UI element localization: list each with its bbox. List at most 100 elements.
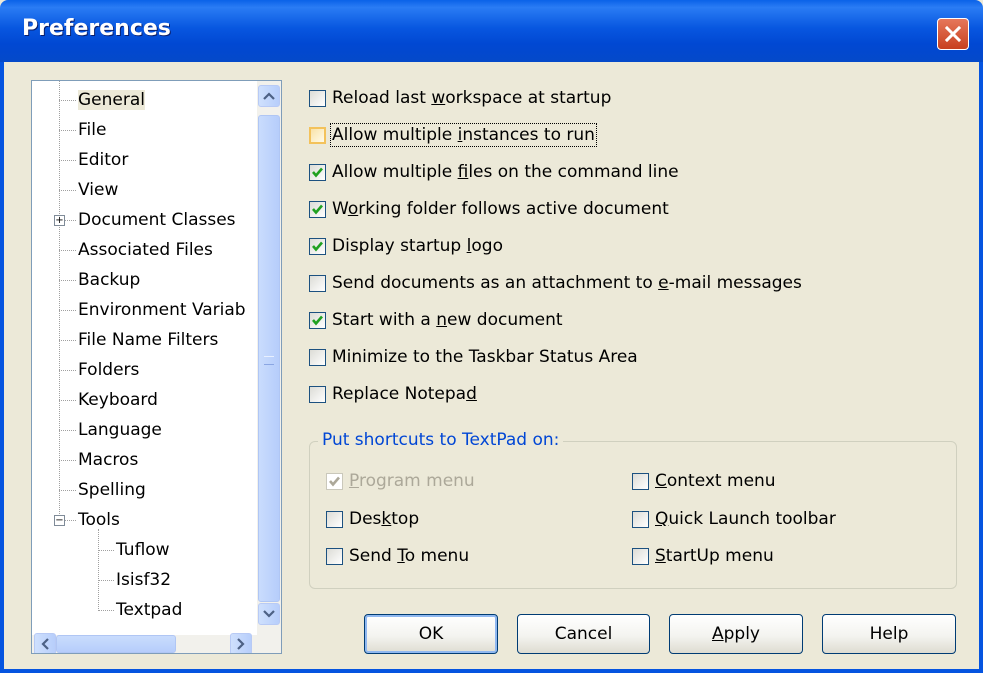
option-label: Start with a new document <box>332 310 563 330</box>
tree-item[interactable]: File <box>78 117 106 143</box>
tree-vertical-scrollbar[interactable] <box>257 81 281 637</box>
checkbox[interactable] <box>309 348 326 366</box>
checkbox[interactable] <box>309 237 326 255</box>
tree-horizontal-scrollbar[interactable] <box>32 633 281 653</box>
title-bar[interactable]: Preferences <box>0 0 983 62</box>
checkbox[interactable] <box>309 89 326 107</box>
tree-item-label: Textpad <box>116 600 183 620</box>
shortcut-label: Program menu <box>349 471 475 491</box>
checkbox[interactable] <box>309 126 326 144</box>
checkmark-icon <box>312 241 323 251</box>
tree-item[interactable]: View <box>78 177 118 203</box>
option-checkbox[interactable]: Allow multiple instances to run <box>309 123 597 147</box>
checkbox[interactable] <box>326 472 343 490</box>
tree-guide-line <box>59 81 60 520</box>
ok-button[interactable]: OK <box>364 614 498 654</box>
tree-guide-line <box>59 250 76 251</box>
checkmark-icon <box>312 204 323 214</box>
tree-item-label: Folders <box>78 360 140 380</box>
option-checkbox[interactable]: Replace Notepad <box>309 382 477 406</box>
shortcut-checkbox[interactable]: Desktop <box>326 507 419 531</box>
tree-item[interactable]: Textpad <box>116 597 182 623</box>
checkbox[interactable] <box>309 274 326 292</box>
tree-item[interactable]: Macros <box>78 447 138 473</box>
tree-item[interactable]: Environment Variab <box>78 297 246 323</box>
scroll-left-button[interactable] <box>34 633 56 653</box>
tree-item-label: File Name Filters <box>78 330 219 350</box>
option-checkbox[interactable]: Allow multiple files on the command line <box>309 160 679 184</box>
close-icon <box>945 26 961 42</box>
option-checkbox[interactable]: Start with a new document <box>309 308 563 332</box>
shortcut-label: Desktop <box>349 509 420 529</box>
tree-items: General File Editor View + Document Classes As… <box>32 81 256 637</box>
tree-item[interactable]: Backup <box>78 267 140 293</box>
checkbox[interactable] <box>632 472 649 490</box>
shortcut-checkbox[interactable]: Quick Launch toolbar <box>632 507 836 531</box>
option-label: Replace Notepad <box>332 384 477 404</box>
scroll-down-button[interactable] <box>258 603 280 625</box>
scroll-right-button[interactable] <box>230 633 252 653</box>
chevron-right-icon <box>237 638 245 650</box>
shortcut-checkbox[interactable]: StartUp menu <box>632 544 774 568</box>
option-checkbox[interactable]: Working folder follows active document <box>309 197 669 221</box>
tree-guide-line <box>59 160 76 161</box>
collapse-icon[interactable]: − <box>54 515 65 526</box>
checkbox[interactable] <box>309 200 326 218</box>
tree-item-label: General <box>78 90 145 110</box>
shortcut-checkbox[interactable]: Context menu <box>632 469 776 493</box>
tree-item[interactable]: Spelling <box>78 477 146 503</box>
expand-icon[interactable]: + <box>54 215 65 226</box>
checkbox[interactable] <box>632 510 649 528</box>
tree-guide-line <box>98 610 114 611</box>
tree-item[interactable]: Tools <box>78 507 120 533</box>
tree-item-label: Editor <box>78 150 129 170</box>
tree-item[interactable]: Tuflow <box>116 537 170 563</box>
category-tree[interactable]: General File Editor View + Document Classes As… <box>31 80 282 654</box>
tree-item[interactable]: Document Classes <box>78 207 236 233</box>
option-checkbox[interactable]: Minimize to the Taskbar Status Area <box>309 345 638 369</box>
tree-guide-line <box>59 460 76 461</box>
shortcut-label: Context menu <box>655 471 776 491</box>
tree-guide-line <box>59 310 76 311</box>
shortcuts-group-title: Put shortcuts to TextPad on: <box>318 430 564 450</box>
tree-item[interactable]: Editor <box>78 147 128 173</box>
tree-item[interactable]: Associated Files <box>78 237 213 263</box>
close-button[interactable] <box>937 18 969 50</box>
checkbox[interactable] <box>326 547 343 565</box>
checkbox[interactable] <box>309 385 326 403</box>
option-checkbox[interactable]: Send documents as an attachment to e-mai… <box>309 271 802 295</box>
tree-item-label: Tools <box>78 510 120 530</box>
option-checkbox[interactable]: Display startup logo <box>309 234 503 258</box>
tree-item-label: File <box>78 120 107 140</box>
cancel-button[interactable]: Cancel <box>517 614 650 654</box>
checkmark-icon <box>329 476 340 486</box>
vertical-scroll-thumb[interactable] <box>258 115 280 602</box>
tree-item-label: Backup <box>78 270 141 290</box>
tree-item[interactable]: Keyboard <box>78 387 158 413</box>
tree-item[interactable]: Language <box>78 417 162 443</box>
tree-item[interactable]: Isisf32 <box>116 567 171 593</box>
option-label: Allow multiple instances to run <box>330 123 597 147</box>
checkbox[interactable] <box>326 510 343 528</box>
checkmark-icon <box>312 167 323 177</box>
checkbox[interactable] <box>309 163 326 181</box>
checkbox[interactable] <box>309 311 326 329</box>
tree-item[interactable]: Folders <box>78 357 139 383</box>
tree-guide-line <box>59 130 76 131</box>
option-checkbox[interactable]: Reload last workspace at startup <box>309 86 611 110</box>
scroll-up-button[interactable] <box>258 85 280 107</box>
checkbox[interactable] <box>632 547 649 565</box>
apply-button[interactable]: Apply <box>669 614 803 654</box>
shortcut-checkbox[interactable]: Program menu <box>326 469 475 493</box>
checkmark-icon <box>312 315 323 325</box>
tree-item-label: Tuflow <box>116 540 170 560</box>
horizontal-scroll-thumb[interactable] <box>56 635 176 653</box>
shortcut-checkbox[interactable]: Send To menu <box>326 544 469 568</box>
chevron-left-icon <box>41 638 49 650</box>
help-button[interactable]: Help <box>822 614 956 654</box>
thumb-grip <box>264 356 274 365</box>
tree-item[interactable]: General <box>78 87 145 113</box>
window-frame-bottom <box>0 669 983 673</box>
shortcut-label: StartUp menu <box>655 546 774 566</box>
tree-item[interactable]: File Name Filters <box>78 327 218 353</box>
